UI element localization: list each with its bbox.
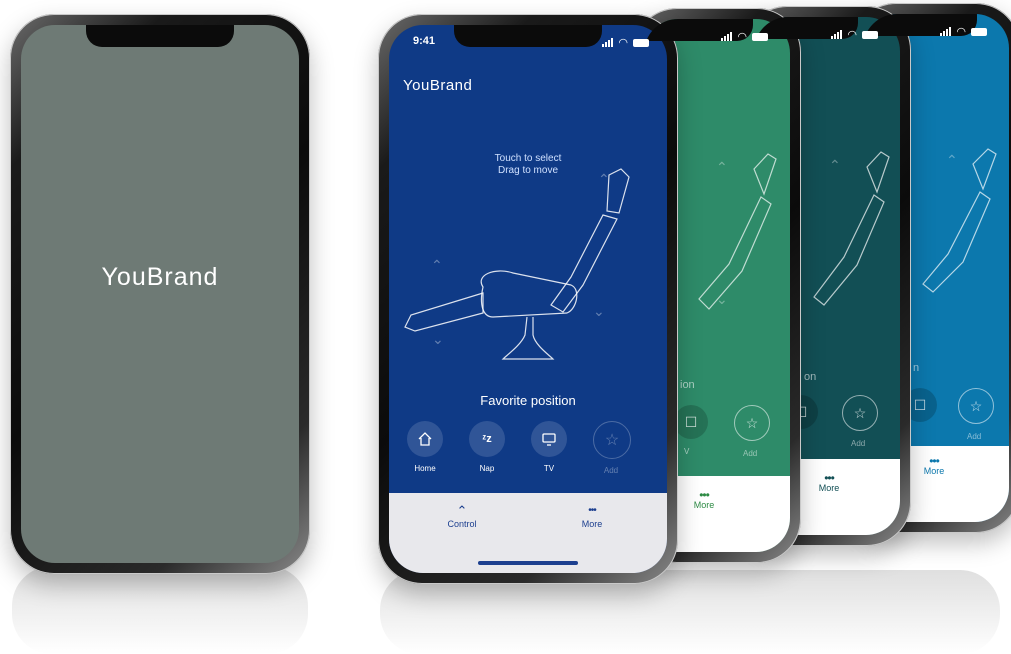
- more-dots-icon: •••: [929, 454, 940, 468]
- more-dots-icon: •••: [824, 471, 835, 485]
- partial-favorite-title: n: [913, 362, 920, 374]
- status-time: 9:41: [413, 35, 436, 47]
- chair-pedestal: [501, 316, 555, 360]
- tab-more-label: More: [581, 519, 603, 529]
- signal-icon: [602, 38, 614, 47]
- tab-more-label: More: [693, 500, 715, 510]
- signal-icon: [940, 27, 952, 36]
- favorite-nap[interactable]: ᶻz Nap: [469, 421, 505, 475]
- screen-main-control: 9:41 ◠ YouBrand Touch to select Drag to …: [389, 25, 667, 573]
- signal-icon: [831, 30, 843, 39]
- add-label: Add: [743, 449, 758, 458]
- partial-favorite-title: ion: [680, 379, 695, 391]
- tab-more-label: More: [923, 466, 945, 476]
- favorite-home-label: Home: [414, 464, 436, 473]
- headrest-segment: [606, 168, 630, 214]
- wifi-icon: ◠: [618, 37, 628, 49]
- battery-icon: [752, 32, 768, 41]
- arrow-up-icon: ⌃: [946, 152, 958, 168]
- tab-more[interactable]: ••• More: [557, 503, 627, 529]
- splash-brand-logo: YouBrand: [101, 263, 219, 291]
- battery-icon: [633, 38, 649, 47]
- add-label: Add: [851, 439, 866, 448]
- chevron-up-down-icon: ⌃: [456, 503, 468, 518]
- home-icon: [407, 421, 443, 457]
- favorites-row: Home ᶻz Nap TV ☆ Add: [407, 421, 631, 475]
- footrest-up-arrow-icon[interactable]: ⌃: [431, 257, 443, 274]
- recliner-chair-illustration: [922, 148, 997, 293]
- tab-control-label: Control: [447, 519, 477, 529]
- favorite-add-label: Add: [603, 466, 619, 475]
- add-favorite-button[interactable]: ☆: [734, 405, 770, 441]
- splash-phone-reflection: [12, 566, 308, 654]
- tab-control[interactable]: ⌃ Control: [427, 503, 497, 529]
- screen-splash: YouBrand: [21, 25, 299, 563]
- signal-icon: [721, 32, 733, 41]
- tab-more[interactable]: ••• More: [809, 471, 849, 493]
- favorite-position-title: Favorite position: [480, 393, 576, 408]
- tab-more[interactable]: ••• More: [914, 454, 954, 476]
- footrest-segment: [404, 292, 484, 332]
- home-indicator[interactable]: [478, 561, 578, 565]
- recliner-chair-illustration: [813, 151, 890, 306]
- hint-touch: Touch to select: [494, 153, 562, 164]
- seat-segment: [480, 270, 578, 318]
- headrest-up-arrow-icon[interactable]: ⌃: [598, 171, 610, 188]
- add-label: Add: [967, 432, 982, 441]
- arrow-up-icon: ⌃: [716, 159, 728, 175]
- status-bar: 9:41 ◠: [389, 35, 667, 49]
- favorite-home[interactable]: Home: [407, 421, 443, 475]
- arrow-down-icon: ⌄: [716, 291, 728, 307]
- partial-favorite-title: on: [804, 371, 817, 383]
- wifi-icon: ◠: [847, 29, 857, 41]
- tab-more-label: More: [818, 483, 840, 493]
- recliner-chair-illustration: [698, 153, 777, 310]
- phone-splash: YouBrand: [10, 14, 310, 574]
- tv-label: V: [684, 447, 690, 456]
- tv-icon: [531, 421, 567, 457]
- backrest-segment: [550, 214, 618, 313]
- zzz-icon: ᶻz: [469, 421, 505, 457]
- notch: [86, 25, 234, 47]
- add-favorite-button[interactable]: ☆: [958, 388, 994, 424]
- phone-main-control: 9:41 ◠ YouBrand Touch to select Drag to …: [378, 14, 678, 584]
- add-favorite-button[interactable]: ☆: [842, 395, 878, 431]
- brand-logo: YouBrand: [403, 77, 473, 94]
- backrest-down-arrow-icon[interactable]: ⌄: [593, 303, 605, 320]
- wifi-icon: ◠: [737, 31, 747, 43]
- favorite-nap-label: Nap: [479, 464, 495, 473]
- battery-icon: [971, 27, 987, 36]
- battery-icon: [862, 30, 878, 39]
- more-dots-icon: •••: [699, 488, 710, 502]
- star-icon: ☆: [593, 421, 631, 459]
- tab-bar: ⌃ Control ••• More: [389, 493, 667, 573]
- tab-more[interactable]: ••• More: [684, 488, 724, 510]
- favorite-tv[interactable]: TV: [531, 421, 567, 475]
- more-dots-icon: •••: [588, 505, 597, 516]
- arrow-up-icon: ⌃: [829, 157, 841, 173]
- wifi-icon: ◠: [956, 26, 966, 38]
- favorite-tv-label: TV: [543, 464, 555, 473]
- favorite-add[interactable]: ☆ Add: [593, 421, 631, 475]
- tv-favorite-button[interactable]: ☐: [674, 405, 708, 439]
- footrest-down-arrow-icon[interactable]: ⌄: [432, 331, 444, 348]
